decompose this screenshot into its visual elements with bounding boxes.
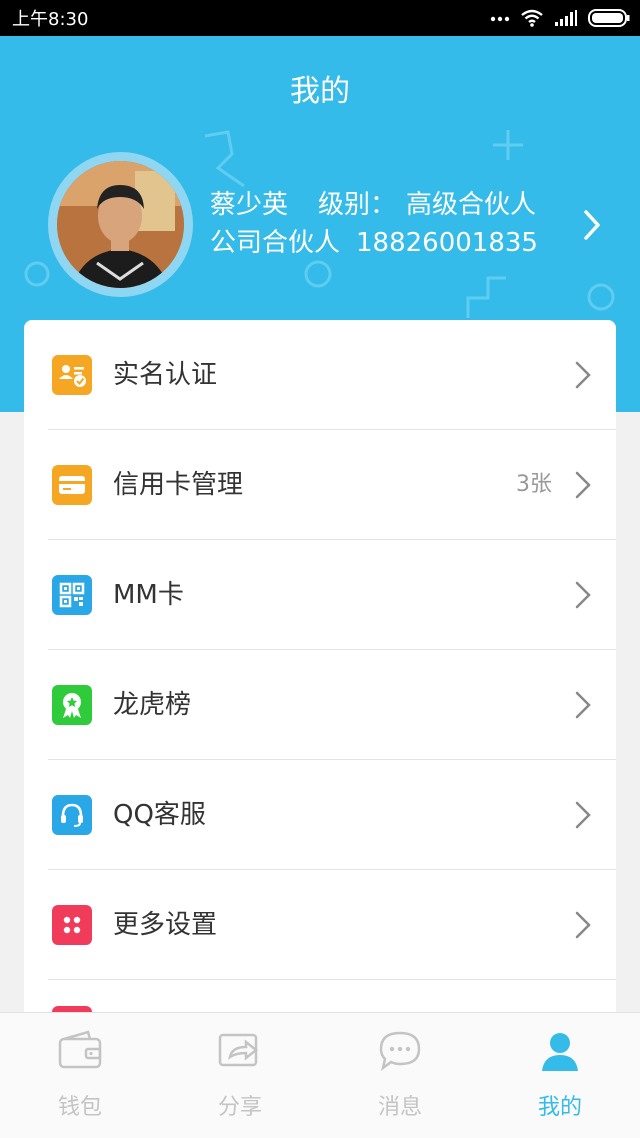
menu-item-label: MM卡: [113, 580, 184, 610]
headset-icon: [52, 795, 92, 835]
battery-icon: [588, 9, 630, 27]
menu-item-label: 更多设置: [113, 910, 218, 940]
divider: [48, 979, 616, 980]
signal-icon: [555, 10, 577, 26]
menu-item-label: 信用卡管理: [113, 470, 244, 500]
wifi-icon: [521, 9, 543, 27]
chevron-right-icon: [575, 691, 591, 719]
menu-item-qq-service[interactable]: QQ客服: [24, 760, 616, 870]
chevron-right-icon: [575, 361, 591, 389]
award-medal-icon: [52, 685, 92, 725]
tab-messages[interactable]: 消息: [320, 1013, 480, 1138]
share-icon: [218, 1033, 259, 1067]
profile-role: 公司合伙人: [210, 228, 341, 258]
profile-phone: 18826001835: [356, 228, 538, 258]
chevron-right-icon: [575, 471, 591, 499]
credit-card-icon: [52, 465, 92, 505]
level-label: 级别：: [318, 190, 397, 220]
avatar[interactable]: [48, 152, 193, 297]
chevron-right-icon: [575, 581, 591, 609]
chevron-right-icon[interactable]: [580, 208, 604, 242]
id-card-check-icon: [52, 355, 92, 395]
avatar-photo: [57, 161, 184, 288]
chevron-right-icon: [575, 911, 591, 939]
menu-item-label: QQ客服: [113, 800, 206, 830]
menu-item-more-settings[interactable]: 更多设置: [24, 870, 616, 980]
tab-label: 消息: [377, 1095, 422, 1120]
menu-item-credit-cards[interactable]: 信用卡管理 3张: [24, 430, 616, 540]
wallet-icon: [58, 1030, 102, 1069]
tab-label: 钱包: [57, 1095, 102, 1120]
menu-item-label: 龙虎榜: [113, 690, 192, 720]
chat-bubble-icon: [379, 1031, 421, 1072]
chevron-right-icon: [575, 801, 591, 829]
menu-item-leaderboard[interactable]: 龙虎榜: [24, 650, 616, 760]
page-title: 我的: [290, 74, 350, 109]
menu-item-mm-card[interactable]: MM卡: [24, 540, 616, 650]
bottom-tab-bar: 钱包 分享 消息 我的: [0, 1012, 640, 1138]
menu-item-real-name[interactable]: 实名认证: [24, 320, 616, 430]
tab-label: 我的: [537, 1095, 582, 1120]
grid-dots-icon: [52, 905, 92, 945]
menu-item-label: 实名认证: [113, 360, 218, 390]
status-time: 上午8:30: [12, 9, 89, 30]
profile-name: 蔡少英: [210, 190, 289, 220]
tab-label: 分享: [217, 1095, 262, 1120]
tab-mine[interactable]: 我的: [480, 1013, 640, 1138]
user-icon: [542, 1033, 578, 1071]
more-dots-icon: [490, 16, 510, 22]
profile-info[interactable]: 蔡少英 级别： 高级合伙人 公司合伙人 18826001835: [210, 186, 538, 262]
qr-code-icon: [52, 575, 92, 615]
level-value: 高级合伙人: [406, 190, 537, 220]
tab-share[interactable]: 分享: [160, 1013, 320, 1138]
status-bar: 上午8:30: [0, 0, 640, 36]
tab-wallet[interactable]: 钱包: [0, 1013, 160, 1138]
menu-item-badge: 3张: [516, 472, 552, 497]
status-icons: [490, 9, 630, 27]
